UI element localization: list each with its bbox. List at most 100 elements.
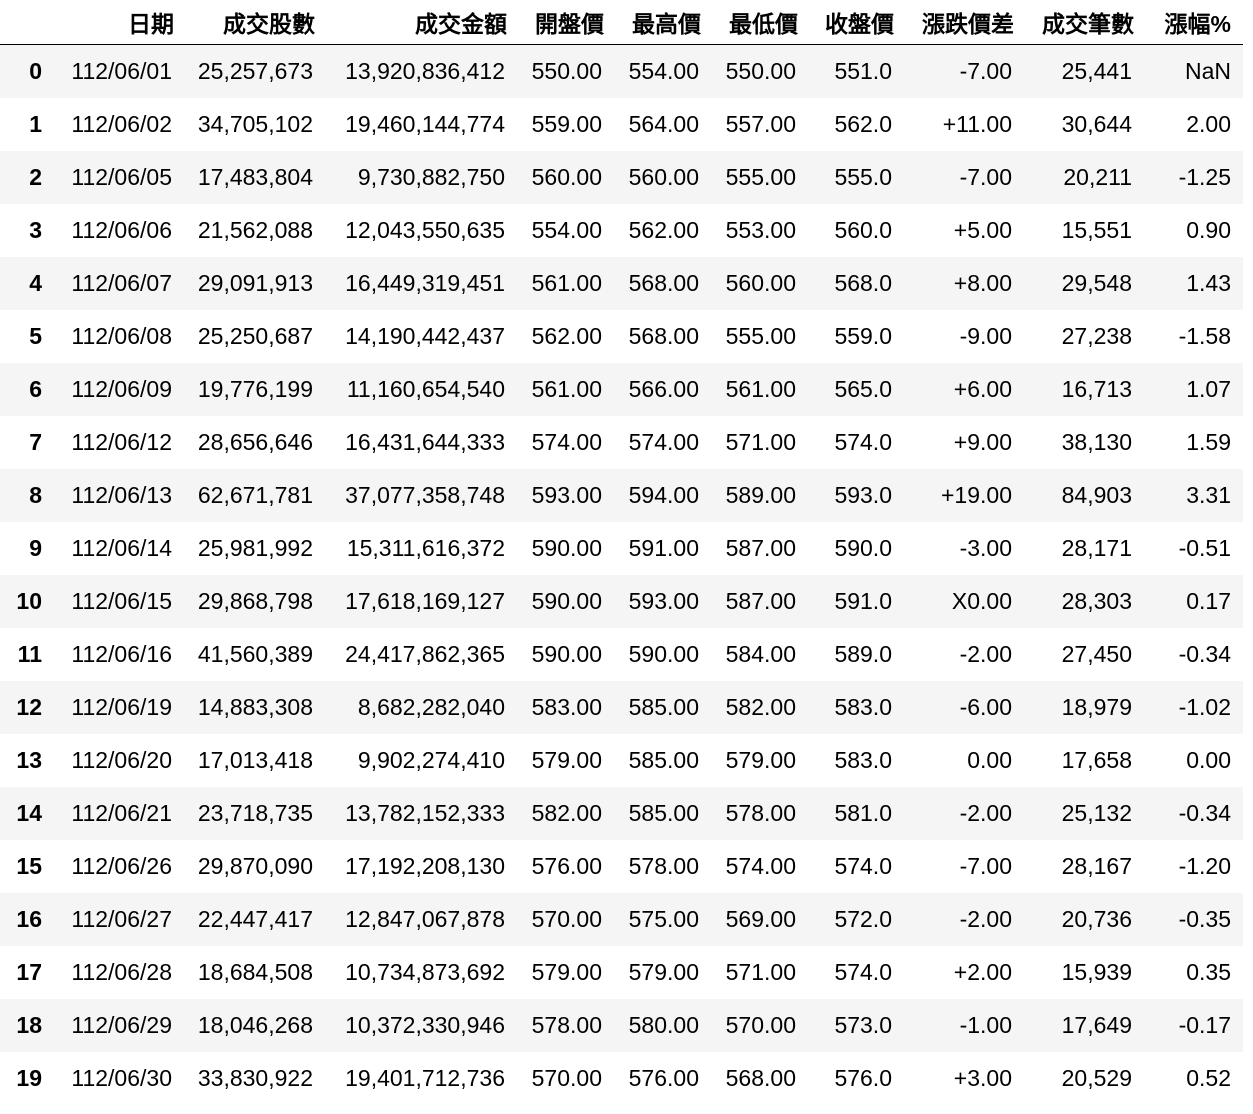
table-cell: 560.00 xyxy=(628,163,699,190)
table-row: 8 112/06/13 62,671,781 37,077,358,748 593.00… xyxy=(0,468,1243,522)
table-cell: 17,649 xyxy=(1061,1011,1132,1038)
table-cell: 28,656,646 xyxy=(197,428,313,455)
table-cell: 12,847,067,878 xyxy=(345,905,505,932)
row-index: 5 xyxy=(29,322,42,349)
table-cell: 579.00 xyxy=(628,958,699,985)
table-cell: 555.00 xyxy=(725,163,796,190)
table-row: 19 112/06/30 33,830,922 19,401,712,736 570.0… xyxy=(0,1051,1243,1105)
table-cell: 21,562,088 xyxy=(197,216,313,243)
table-cell: -1.20 xyxy=(1178,852,1231,879)
table-cell: 572.0 xyxy=(834,905,892,932)
table-cell: 37,077,358,748 xyxy=(345,481,505,508)
table-cell: 112/06/15 xyxy=(71,587,172,614)
table-cell: -0.51 xyxy=(1178,534,1231,561)
table-cell: -0.34 xyxy=(1178,799,1231,826)
table-cell: 561.00 xyxy=(531,269,602,296)
table-cell: -7.00 xyxy=(959,163,1012,190)
table-cell: 561.00 xyxy=(725,375,796,402)
table-cell: 0.00 xyxy=(967,746,1012,773)
table-cell: 20,736 xyxy=(1061,905,1132,932)
table-cell: 587.00 xyxy=(725,534,796,561)
header-row: 日期 成交股數 成交金額 開盤價 最高價 最低價 收盤價 漲跌價差 成交筆數 漲幅% xyxy=(0,0,1243,45)
table-cell: 591.00 xyxy=(628,534,699,561)
table-cell: 561.00 xyxy=(531,375,602,402)
table-row: 6 112/06/09 19,776,199 11,160,654,540 561.00… xyxy=(0,362,1243,416)
table-cell: 29,870,090 xyxy=(197,852,313,879)
table-cell: 554.00 xyxy=(531,216,602,243)
table-cell: 17,013,418 xyxy=(197,746,313,773)
table-cell: 585.00 xyxy=(628,799,699,826)
table-cell: 112/06/26 xyxy=(71,852,172,879)
index-header xyxy=(0,0,52,45)
row-index: 4 xyxy=(29,269,42,296)
table-cell: 576.0 xyxy=(834,1064,892,1091)
table-cell: 574.0 xyxy=(834,428,892,455)
table-cell: 1.59 xyxy=(1186,428,1231,455)
table-cell: 583.00 xyxy=(531,693,602,720)
column-header: 漲幅% xyxy=(1144,0,1243,45)
table-cell: 578.00 xyxy=(725,799,796,826)
table-cell: 25,981,992 xyxy=(197,534,313,561)
table-cell: 14,190,442,437 xyxy=(345,322,505,349)
table-cell: 112/06/01 xyxy=(71,57,172,84)
table-cell: 582.00 xyxy=(725,693,796,720)
table-cell: 16,449,319,451 xyxy=(345,269,505,296)
table-cell: 19,401,712,736 xyxy=(345,1064,505,1091)
table-cell: 585.00 xyxy=(628,693,699,720)
table-cell: 550.00 xyxy=(531,57,602,84)
table-cell: 28,303 xyxy=(1061,587,1132,614)
table-cell: 590.00 xyxy=(531,534,602,561)
column-header: 成交金額 xyxy=(325,0,517,45)
table-cell: 25,257,673 xyxy=(197,57,313,84)
table-cell: +11.00 xyxy=(942,110,1012,137)
table-cell: 15,551 xyxy=(1061,216,1132,243)
table-cell: 568.00 xyxy=(628,269,699,296)
table-cell: 574.0 xyxy=(834,958,892,985)
table-cell: -1.02 xyxy=(1178,693,1231,720)
table-cell: 18,979 xyxy=(1061,693,1132,720)
table-cell: 29,868,798 xyxy=(197,587,313,614)
table-cell: 568.00 xyxy=(628,322,699,349)
table-cell: -2.00 xyxy=(959,799,1012,826)
table-cell: 569.00 xyxy=(725,905,796,932)
table-cell: 112/06/21 xyxy=(71,799,172,826)
table-cell: 591.0 xyxy=(834,587,892,614)
row-index: 10 xyxy=(16,587,42,614)
table-cell: 18,684,508 xyxy=(197,958,313,985)
table-cell: 570.00 xyxy=(531,1064,602,1091)
table-row: 11 112/06/16 41,560,389 24,417,862,365 590.0… xyxy=(0,627,1243,681)
table-cell: 574.00 xyxy=(725,852,796,879)
table-row: 15 112/06/26 29,870,090 17,192,208,130 576.0… xyxy=(0,839,1243,893)
table-cell: 16,431,644,333 xyxy=(345,428,505,455)
table-cell: 579.00 xyxy=(725,746,796,773)
table-cell: 559.0 xyxy=(834,322,892,349)
table-cell: 18,046,268 xyxy=(197,1011,313,1038)
table-row: 12 112/06/19 14,883,308 8,682,282,040 583.00… xyxy=(0,680,1243,734)
table-cell: -2.00 xyxy=(959,640,1012,667)
table-cell: 8,682,282,040 xyxy=(357,693,505,720)
table-cell: 582.00 xyxy=(531,799,602,826)
column-header: 日期 xyxy=(52,0,184,45)
table-cell: 593.0 xyxy=(834,481,892,508)
table-cell: 555.0 xyxy=(834,163,892,190)
table-cell: +19.00 xyxy=(941,481,1012,508)
table-cell: 19,460,144,774 xyxy=(345,110,505,137)
table-cell: 112/06/12 xyxy=(71,428,172,455)
table-cell: 25,250,687 xyxy=(197,322,313,349)
table-cell: 0.17 xyxy=(1186,587,1231,614)
table-cell: 29,548 xyxy=(1061,269,1132,296)
table-cell: 20,211 xyxy=(1063,163,1132,190)
row-index: 11 xyxy=(17,640,42,667)
table-cell: 84,903 xyxy=(1061,481,1132,508)
table-cell: 112/06/19 xyxy=(71,693,172,720)
table-cell: 570.00 xyxy=(725,1011,796,1038)
table-cell: 30,644 xyxy=(1061,110,1132,137)
table-row: 5 112/06/08 25,250,687 14,190,442,437 562.00… xyxy=(0,309,1243,363)
table-cell: -6.00 xyxy=(959,693,1012,720)
table-cell: 112/06/30 xyxy=(71,1064,172,1091)
column-header: 最低價 xyxy=(711,0,808,45)
table-cell: +2.00 xyxy=(953,958,1012,985)
table-cell: -0.35 xyxy=(1178,905,1231,932)
table-cell: 112/06/29 xyxy=(71,1011,172,1038)
table-cell: 0.00 xyxy=(1186,746,1231,773)
